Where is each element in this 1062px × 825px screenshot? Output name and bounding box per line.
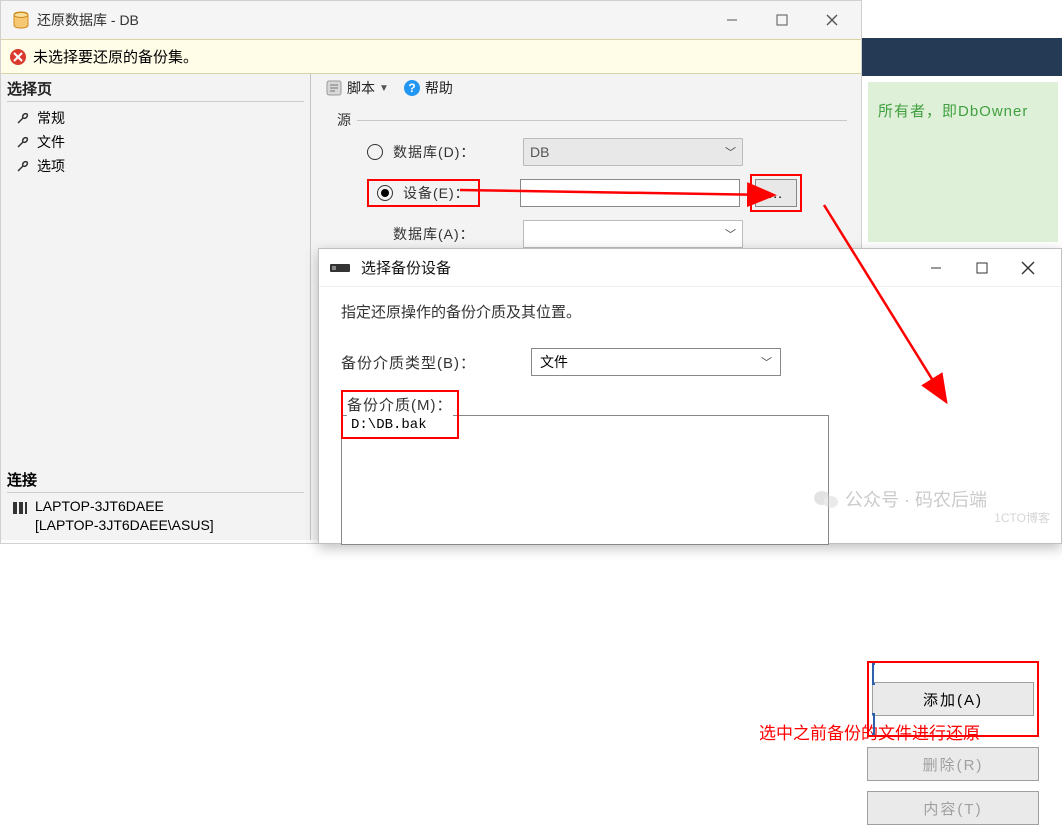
device-row-highlight: 设备(E)： xyxy=(367,179,480,207)
database-combo[interactable]: DB ﹀ xyxy=(523,138,743,166)
help-icon: ? xyxy=(403,79,421,97)
error-banner: 未选择要还原的备份集。 xyxy=(1,39,861,74)
content-button[interactable]: 内容(T) xyxy=(867,791,1039,825)
connection-block: 连接 LAPTOP-3JT6DAEE [LAPTOP-3JT6DAEE\ASUS… xyxy=(7,469,304,536)
sidebar-item-label: 选项 xyxy=(37,156,65,176)
device-e-label: 设备(E)： xyxy=(403,183,470,203)
sidebar: 选择页 常规 文件 选项 连接 LAPTOP-3JT6DAEE xyxy=(1,74,311,540)
minimize-button[interactable] xyxy=(707,1,757,39)
chevron-down-icon: ﹀ xyxy=(725,226,736,242)
add-button[interactable]: 添加(A) xyxy=(872,682,1034,716)
minimize-button[interactable] xyxy=(913,253,959,283)
device-icon xyxy=(329,261,351,275)
watermark-text: 公众号 · 码农后端 xyxy=(845,486,987,512)
maximize-button[interactable] xyxy=(959,253,1005,283)
media-type-value: 文件 xyxy=(540,352,568,372)
svg-text:?: ? xyxy=(408,81,415,95)
error-icon xyxy=(9,48,27,66)
sidebar-item-label: 文件 xyxy=(37,132,65,152)
dialog-instruction: 指定还原操作的备份介质及其位置。 xyxy=(341,301,1039,322)
watermark: 公众号 · 码农后端 xyxy=(813,486,987,512)
sidebar-heading: 选择页 xyxy=(7,78,304,102)
database-combo-value: DB xyxy=(530,144,549,160)
divider xyxy=(357,120,847,121)
chevron-down-icon: ﹀ xyxy=(725,144,736,160)
dialog-title: 选择备份设备 xyxy=(361,257,913,278)
wrench-icon xyxy=(15,110,31,126)
database-a-combo[interactable]: ﹀ xyxy=(523,220,743,248)
media-list-item[interactable]: D:\DB.bak xyxy=(347,415,453,435)
chevron-down-icon[interactable]: ▼ xyxy=(379,83,389,94)
dialog-titlebar: 选择备份设备 xyxy=(319,249,1061,287)
media-type-combo[interactable]: 文件 ﹀ xyxy=(531,348,781,376)
wrench-icon xyxy=(15,134,31,150)
radio-device-e[interactable] xyxy=(377,185,393,201)
sidebar-item-general[interactable]: 常规 xyxy=(7,106,304,130)
media-type-label: 备份介质类型(B)： xyxy=(341,352,521,373)
connection-server: LAPTOP-3JT6DAEE xyxy=(35,497,214,517)
script-icon xyxy=(325,79,343,97)
script-button[interactable]: 脚本 xyxy=(347,78,375,98)
help-button[interactable]: 帮助 xyxy=(425,78,453,98)
titlebar: 还原数据库 - DB xyxy=(1,1,861,39)
database-a-label: 数据库(A)： xyxy=(393,224,513,244)
window-title: 还原数据库 - DB xyxy=(37,10,707,30)
error-message: 未选择要还原的备份集。 xyxy=(33,46,198,67)
wrench-icon xyxy=(15,158,31,174)
sidebar-item-label: 常规 xyxy=(37,108,65,128)
close-button[interactable] xyxy=(807,1,857,39)
background-header-bar xyxy=(862,38,1062,76)
app-icon xyxy=(11,10,31,30)
device-path-input[interactable] xyxy=(520,179,740,207)
group-title: 源 xyxy=(337,110,351,130)
media-label: 备份介质(M)： xyxy=(347,394,453,415)
radio-database-d[interactable] xyxy=(367,144,383,160)
delete-button[interactable]: 删除(R) xyxy=(867,747,1039,781)
wechat-icon xyxy=(813,488,839,510)
database-d-label: 数据库(D)： xyxy=(393,142,513,162)
sidebar-item-options[interactable]: 选项 xyxy=(7,154,304,178)
browse-highlight: ... xyxy=(750,174,802,212)
content-toolbar: 脚本 ▼ ? 帮助 xyxy=(325,78,853,98)
connection-user: [LAPTOP-3JT6DAEE\ASUS] xyxy=(35,516,214,536)
chevron-down-icon: ﹀ xyxy=(761,354,772,370)
maximize-button[interactable] xyxy=(757,1,807,39)
browse-button[interactable]: ... xyxy=(755,179,797,207)
background-annotation: 所有者，即DbOwner xyxy=(868,82,1058,242)
media-label-highlight: 备份介质(M)： D:\DB.bak xyxy=(341,390,459,439)
source-groupbox: 源 数据库(D)： DB ﹀ 设备(E)： xyxy=(325,104,853,262)
connection-heading: 连接 xyxy=(7,469,304,493)
server-icon xyxy=(11,499,29,517)
sidebar-item-files[interactable]: 文件 xyxy=(7,130,304,154)
close-button[interactable] xyxy=(1005,253,1051,283)
add-button-highlight: 添加(A) xyxy=(867,661,1039,737)
watermark-secondary: 1CTO博客 xyxy=(994,509,1050,526)
window-controls xyxy=(707,1,857,39)
